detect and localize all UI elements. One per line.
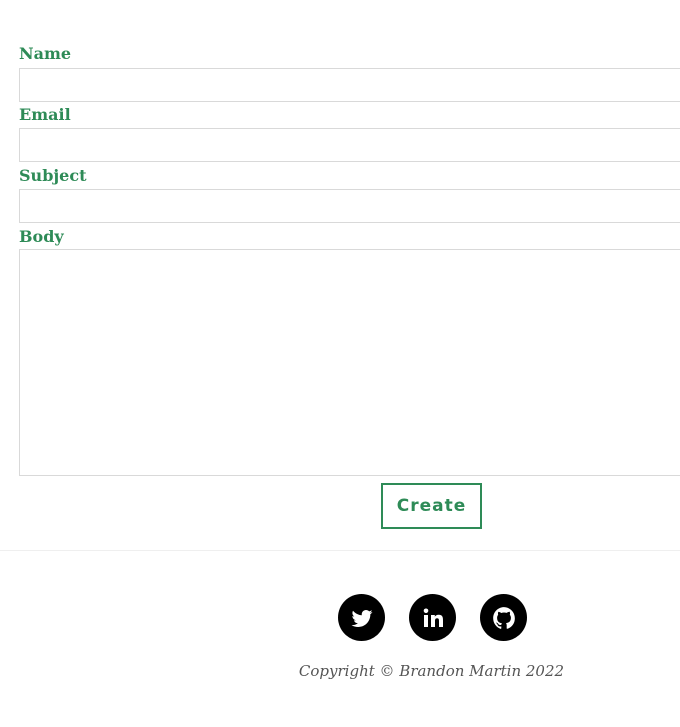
footer: Copyright © Brandon Martin 2022 bbox=[0, 0, 680, 727]
copyright-text: Copyright © Brandon Martin 2022 bbox=[298, 662, 565, 680]
